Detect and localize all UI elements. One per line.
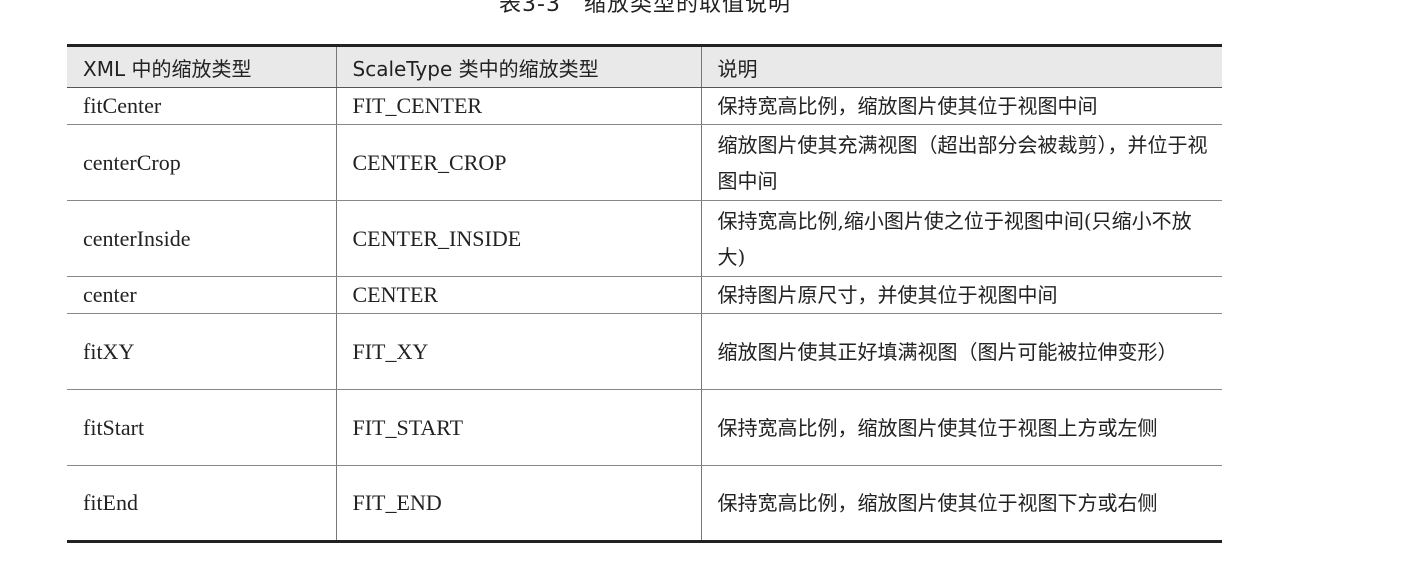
cell-xml: centerInside bbox=[67, 200, 336, 277]
cell-xml: center bbox=[67, 276, 336, 314]
cell-scale-type: CENTER_CROP bbox=[335, 124, 701, 201]
cell-scale-type: FIT_XY bbox=[335, 313, 701, 390]
cell-description: 保持图片原尺寸，并使其位于视图中间 bbox=[700, 276, 1222, 314]
cell-description: 保持宽高比例，缩放图片使其位于视图中间 bbox=[700, 87, 1222, 125]
table-row: fitEnd FIT_END 保持宽高比例，缩放图片使其位于视图下方或右侧 bbox=[67, 465, 1222, 543]
cell-scale-type: CENTER bbox=[335, 276, 701, 314]
cell-scale-type: FIT_END bbox=[335, 465, 701, 543]
cell-description: 缩放图片使其充满视图（超出部分会被裁剪），并位于视图中间 bbox=[700, 124, 1222, 201]
cell-xml: fitStart bbox=[67, 389, 336, 466]
cell-xml: fitCenter bbox=[67, 87, 336, 125]
header-description: 说明 bbox=[700, 44, 1222, 88]
cell-xml: fitXY bbox=[67, 313, 336, 390]
cell-description: 保持宽高比例，缩放图片使其位于视图下方或右侧 bbox=[700, 465, 1222, 543]
table-row: fitStart FIT_START 保持宽高比例，缩放图片使其位于视图上方或左… bbox=[67, 389, 1222, 466]
table-row: center CENTER 保持图片原尺寸，并使其位于视图中间 bbox=[67, 276, 1222, 314]
cell-xml: fitEnd bbox=[67, 465, 336, 543]
table-header-row: XML 中的缩放类型 ScaleType 类中的缩放类型 说明 bbox=[67, 44, 1222, 88]
table-row: fitXY FIT_XY 缩放图片使其正好填满视图（图片可能被拉伸变形） bbox=[67, 313, 1222, 390]
cell-description: 缩放图片使其正好填满视图（图片可能被拉伸变形） bbox=[700, 313, 1222, 390]
cell-scale-type: CENTER_INSIDE bbox=[335, 200, 701, 277]
header-scaletype-class: ScaleType 类中的缩放类型 bbox=[335, 44, 701, 88]
table-row: centerInside CENTER_INSIDE 保持宽高比例,缩小图片使之… bbox=[67, 200, 1222, 277]
cell-description: 保持宽高比例，缩放图片使其位于视图上方或左侧 bbox=[700, 389, 1222, 466]
scale-type-table-container: XML 中的缩放类型 ScaleType 类中的缩放类型 说明 fitCente… bbox=[67, 44, 1222, 543]
table-row: centerCrop CENTER_CROP 缩放图片使其充满视图（超出部分会被… bbox=[67, 124, 1222, 201]
table-row: fitCenter FIT_CENTER 保持宽高比例，缩放图片使其位于视图中间 bbox=[67, 87, 1222, 125]
table-caption: 表3-3 缩放类型的取值说明 bbox=[499, 0, 791, 17]
cell-description: 保持宽高比例,缩小图片使之位于视图中间(只缩小不放大) bbox=[700, 200, 1222, 277]
cell-scale-type: FIT_START bbox=[335, 389, 701, 466]
header-xml-scale-type: XML 中的缩放类型 bbox=[67, 44, 336, 88]
scale-type-table: XML 中的缩放类型 ScaleType 类中的缩放类型 说明 fitCente… bbox=[67, 44, 1222, 543]
cell-xml: centerCrop bbox=[67, 124, 336, 201]
cell-scale-type: FIT_CENTER bbox=[335, 87, 701, 125]
